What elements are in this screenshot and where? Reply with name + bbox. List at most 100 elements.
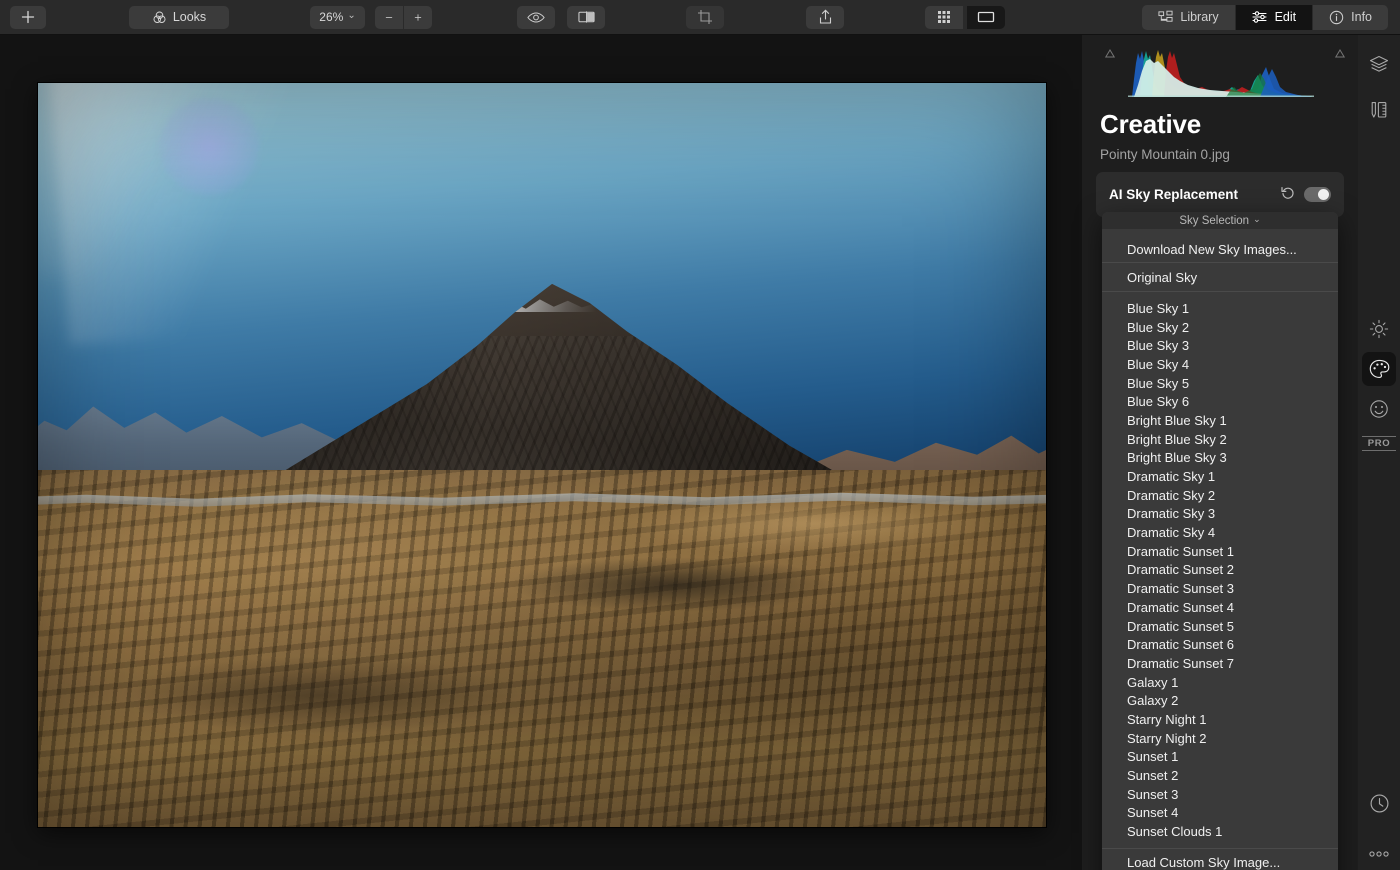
preview-toggle-button[interactable] [517,5,555,29]
tool-enable-toggle[interactable] [1304,187,1331,202]
sliders-icon [1252,11,1267,23]
sky-preset-item[interactable]: Dramatic Sky 2 [1102,486,1338,505]
library-icon [1158,10,1173,22]
sky-preset-item[interactable]: Sunset 1 [1102,748,1338,767]
histogram-plot [1128,50,1314,97]
sky-preset-item[interactable]: Dramatic Sunset 2 [1102,561,1338,580]
sky-preset-item[interactable]: Starry Night 2 [1102,729,1338,748]
tab-library[interactable]: Library [1142,4,1235,30]
zoom-level-value: 26% [319,10,344,24]
sky-preset-item[interactable]: Dramatic Sunset 4 [1102,598,1338,617]
sky-preset-item[interactable]: Blue Sky 6 [1102,392,1338,411]
top-toolbar: Looks 26% ⌄ Library Edit Info [0,0,1400,35]
clip-warning-left-icon[interactable] [1100,45,1116,58]
clock-history-icon[interactable] [1362,786,1396,820]
moorland-shadow-a [501,555,845,613]
download-new-sky-images-item[interactable]: Download New Sky Images... [1102,236,1338,262]
minus-icon [385,16,393,18]
portrait-face-icon[interactable] [1362,392,1396,426]
sky-preset-item[interactable]: Dramatic Sky 3 [1102,505,1338,524]
grid-view-button[interactable] [925,5,963,29]
crop-icon [698,10,712,24]
zoom-out-button[interactable] [375,5,403,29]
sky-preset-item[interactable]: Dramatic Sunset 6 [1102,635,1338,654]
share-button[interactable] [806,5,844,29]
dropdown-header-label: Sky Selection [1179,214,1250,227]
ai-sky-replacement-card[interactable]: AI Sky Replacement [1096,172,1344,217]
sky-preset-item[interactable]: Bright Blue Sky 3 [1102,449,1338,468]
sky-preset-item[interactable]: Blue Sky 5 [1102,374,1338,393]
more-dots-icon[interactable] [1362,837,1396,870]
photo-image [38,83,1046,827]
right-edit-panel: Creative Pointy Mountain 0.jpg AI Sky Re… [1082,35,1358,870]
plus-icon [21,10,35,24]
luminar-edit-window: Looks 26% ⌄ Library Edit Info Creative P… [0,0,1400,870]
share-upload-icon [819,9,831,24]
tab-info[interactable]: Info [1312,4,1388,30]
sky-preset-item[interactable]: Galaxy 1 [1102,673,1338,692]
original-sky-item[interactable]: Original Sky [1102,263,1338,291]
mode-tabs: Library Edit Info [1142,4,1388,30]
sky-preset-item[interactable]: Bright Blue Sky 2 [1102,430,1338,449]
grid-view-icon [938,11,950,23]
sky-preset-item[interactable]: Blue Sky 1 [1102,299,1338,318]
sky-preset-item[interactable]: Dramatic Sunset 5 [1102,617,1338,636]
compare-button[interactable] [567,5,605,29]
sky-selection-dropdown[interactable]: Sky Selection ⌄ Download New Sky Images.… [1102,212,1338,870]
sky-preset-item[interactable]: Dramatic Sky 1 [1102,467,1338,486]
pro-badge[interactable]: PRO [1362,436,1396,451]
sky-preset-item[interactable]: Dramatic Sunset 7 [1102,654,1338,673]
sky-preset-item[interactable]: Dramatic Sunset 1 [1102,542,1338,561]
right-icon-rail: PRO [1358,35,1400,870]
chevron-down-icon: ⌄ [347,9,356,21]
sky-preset-item[interactable]: Galaxy 2 [1102,691,1338,710]
sky-preset-item[interactable]: Bright Blue Sky 1 [1102,411,1338,430]
sky-preset-item[interactable]: Sunset 4 [1102,804,1338,823]
lens-flare-orb [158,97,260,195]
sky-preset-item[interactable]: Dramatic Sky 4 [1102,523,1338,542]
tab-info-label: Info [1351,10,1372,24]
info-circle-icon [1329,10,1344,24]
toggle-knob [1318,189,1329,200]
sky-preset-item[interactable]: Blue Sky 4 [1102,355,1338,374]
moorland-shadow-b [118,655,522,735]
add-button[interactable] [10,5,46,29]
reset-arrow-icon[interactable] [1281,186,1295,204]
single-view-icon [977,11,995,23]
sky-preset-list: Blue Sky 1 Blue Sky 2 Blue Sky 3 Blue Sky 4… [1102,299,1338,841]
tool-title: AI Sky Replacement [1109,187,1239,202]
histogram[interactable] [1100,43,1346,101]
sky-preset-item[interactable]: Sunset Clouds 1 [1102,822,1338,841]
sky-preset-item[interactable]: Blue Sky 3 [1102,336,1338,355]
sky-preset-item[interactable]: Starry Night 1 [1102,710,1338,729]
plus-icon [414,13,422,21]
single-view-button[interactable] [967,5,1005,29]
palette-icon[interactable] [1362,352,1396,386]
compare-split-icon [577,11,595,23]
page-title: Creative [1100,109,1202,139]
zoom-level-dropdown[interactable]: 26% ⌄ [310,5,365,29]
load-custom-sky-image-item[interactable]: Load Custom Sky Image... [1102,849,1338,870]
clip-warning-right-icon[interactable] [1330,45,1346,58]
sky-preset-item[interactable]: Dramatic Sunset 3 [1102,579,1338,598]
looks-button[interactable]: Looks [129,5,229,29]
tab-edit-label: Edit [1274,10,1297,24]
light-sun-icon[interactable] [1362,312,1396,346]
layers-icon[interactable] [1362,47,1396,81]
sky-preset-item[interactable]: Blue Sky 2 [1102,318,1338,337]
filename-label: Pointy Mountain 0.jpg [1100,147,1230,162]
crop-button[interactable] [686,5,724,29]
dropdown-header[interactable]: Sky Selection ⌄ [1102,212,1338,229]
tools-icon[interactable] [1362,93,1396,127]
photo-viewer[interactable] [38,83,1046,827]
venn-circles-icon [153,10,166,23]
zoom-in-button[interactable] [404,5,432,29]
sky-preset-item[interactable]: Sunset 3 [1102,785,1338,804]
canvas-area[interactable] [0,35,1082,870]
tab-library-label: Library [1180,10,1219,24]
chevron-down-icon: ⌄ [1253,213,1261,224]
tab-edit[interactable]: Edit [1234,4,1313,30]
sky-preset-item[interactable]: Sunset 2 [1102,766,1338,785]
